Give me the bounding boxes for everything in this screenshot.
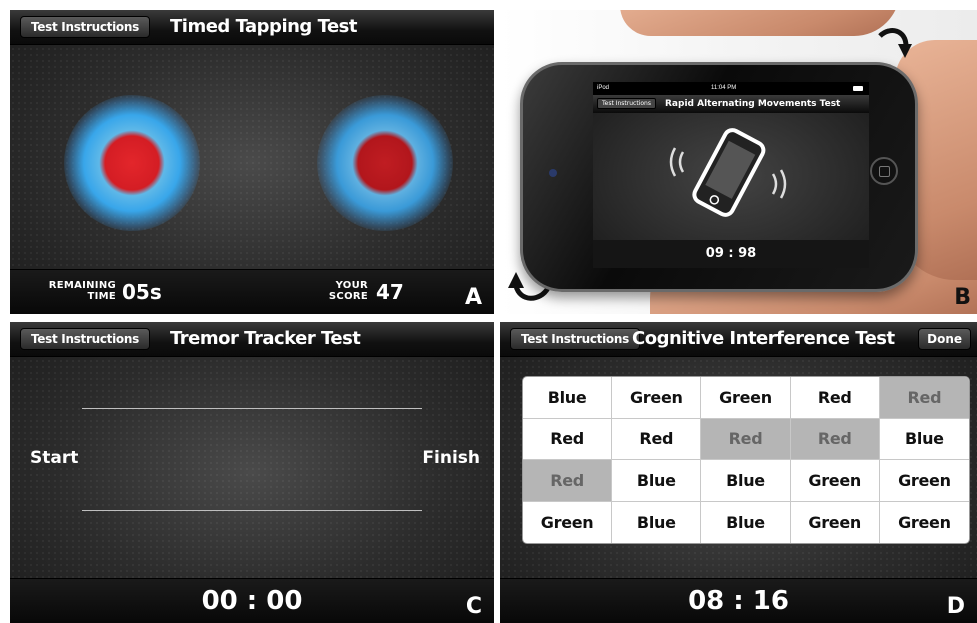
test-instructions-button[interactable]: Test Instructions	[20, 16, 150, 38]
camera-icon	[549, 169, 557, 177]
grid-cell[interactable]: Green	[879, 460, 969, 502]
grid-cell[interactable]: Green	[790, 460, 880, 502]
grid-cell[interactable]: Blue	[701, 460, 791, 502]
title-bar: Test Instructions Tremor Tracker Test	[10, 322, 494, 357]
status-bar: 08 : 16 D	[500, 578, 977, 623]
grid-cell[interactable]: Red	[790, 377, 880, 419]
timer-display: 08 : 16	[688, 586, 789, 616]
done-button[interactable]: Done	[918, 328, 971, 350]
status-bar: REMAINING TIME 05s YOUR SCORE 47 A	[10, 269, 494, 314]
test-instructions-button[interactable]: Test Instructions	[510, 328, 640, 350]
grid-cell[interactable]: Red	[879, 377, 969, 419]
grid-cell[interactable]: Red	[523, 418, 613, 460]
hand-image	[620, 10, 900, 36]
page-title: Rapid Alternating Movements Test	[665, 99, 841, 109]
page-title: Timed Tapping Test	[170, 16, 358, 37]
rotate-clockwise-icon	[878, 28, 912, 58]
grid-cell[interactable]: Blue	[523, 377, 613, 419]
panel-letter: A	[464, 285, 482, 310]
tap-target-right[interactable]	[317, 95, 453, 231]
device-name: iPod	[597, 85, 610, 91]
device-clock: 11:04 PM	[711, 85, 737, 91]
track-upper-line	[82, 408, 422, 409]
grid-cell[interactable]: Green	[880, 502, 969, 544]
grid-cell[interactable]: Blue	[701, 501, 791, 543]
test-instructions-button[interactable]: Test Instructions	[597, 98, 656, 109]
page-title: Cognitive Interference Test	[632, 328, 895, 349]
grid-cell[interactable]: Green	[612, 377, 702, 419]
remaining-caption-line1: REMAINING	[48, 280, 116, 291]
track-lower-line	[82, 510, 422, 511]
home-button[interactable]	[870, 157, 898, 185]
score-value: 47	[376, 280, 404, 304]
page-title: Tremor Tracker Test	[170, 328, 361, 349]
panel-b-rapid-alternating: iPod 11:04 PM Test Instructions Rapid Al…	[500, 10, 977, 314]
test-instructions-button[interactable]: Test Instructions	[20, 328, 150, 350]
panel-d-cognitive-interference: Test Instructions Cognitive Interference…	[500, 322, 977, 623]
device-screen: iPod 11:04 PM Test Instructions Rapid Al…	[593, 82, 869, 268]
device-title-bar: Test Instructions Rapid Alternating Move…	[593, 95, 869, 113]
grid-cell[interactable]: Red	[612, 418, 702, 460]
remaining-time-value: 05s	[122, 280, 162, 304]
start-label: Start	[30, 448, 79, 468]
tap-target-left[interactable]	[64, 95, 200, 231]
grid-cell[interactable]: Red	[523, 460, 613, 502]
device-status-bar: iPod 11:04 PM	[593, 82, 869, 95]
word-grid: Blue Green Green Red Red Red Red Red Red Blue Red B…	[522, 376, 970, 544]
panel-a-timed-tapping: Test Instructions Timed Tapping Test REM…	[10, 10, 494, 314]
rotate-phone-icon	[669, 128, 787, 217]
timer-display: 09 : 98	[593, 240, 869, 268]
timer-display: 00 : 00	[201, 586, 303, 616]
device: iPod 11:04 PM Test Instructions Rapid Al…	[520, 62, 918, 292]
grid-cell[interactable]: Green	[791, 501, 880, 543]
grid-cell[interactable]: Red	[701, 418, 791, 460]
grid-cell[interactable]: Blue	[612, 501, 702, 543]
remaining-time-caption: REMAINING TIME	[36, 280, 116, 302]
grid-cell[interactable]: Blue	[612, 460, 702, 502]
score-caption-line1: YOUR	[335, 280, 368, 291]
title-bar: Test Instructions Timed Tapping Test	[10, 10, 494, 45]
grid-cell[interactable]: Green	[701, 377, 791, 419]
panel-letter: C	[465, 594, 482, 619]
title-bar: Test Instructions Cognitive Interference…	[500, 322, 977, 357]
battery-icon	[853, 86, 863, 91]
panel-letter: B	[954, 285, 971, 310]
status-bar: 00 : 00 C	[10, 578, 494, 623]
grid-cell[interactable]: Red	[790, 418, 880, 460]
remaining-caption-line2: TIME	[87, 291, 116, 302]
panel-c-tremor-tracker: Test Instructions Tremor Tracker Test St…	[10, 322, 494, 623]
panel-letter: D	[946, 594, 965, 619]
score-caption-line2: SCORE	[328, 291, 368, 302]
finish-label: Finish	[422, 448, 480, 468]
score-caption: YOUR SCORE	[310, 280, 368, 302]
grid-cell[interactable]: Blue	[879, 419, 969, 460]
grid-cell[interactable]: Green	[523, 501, 613, 543]
